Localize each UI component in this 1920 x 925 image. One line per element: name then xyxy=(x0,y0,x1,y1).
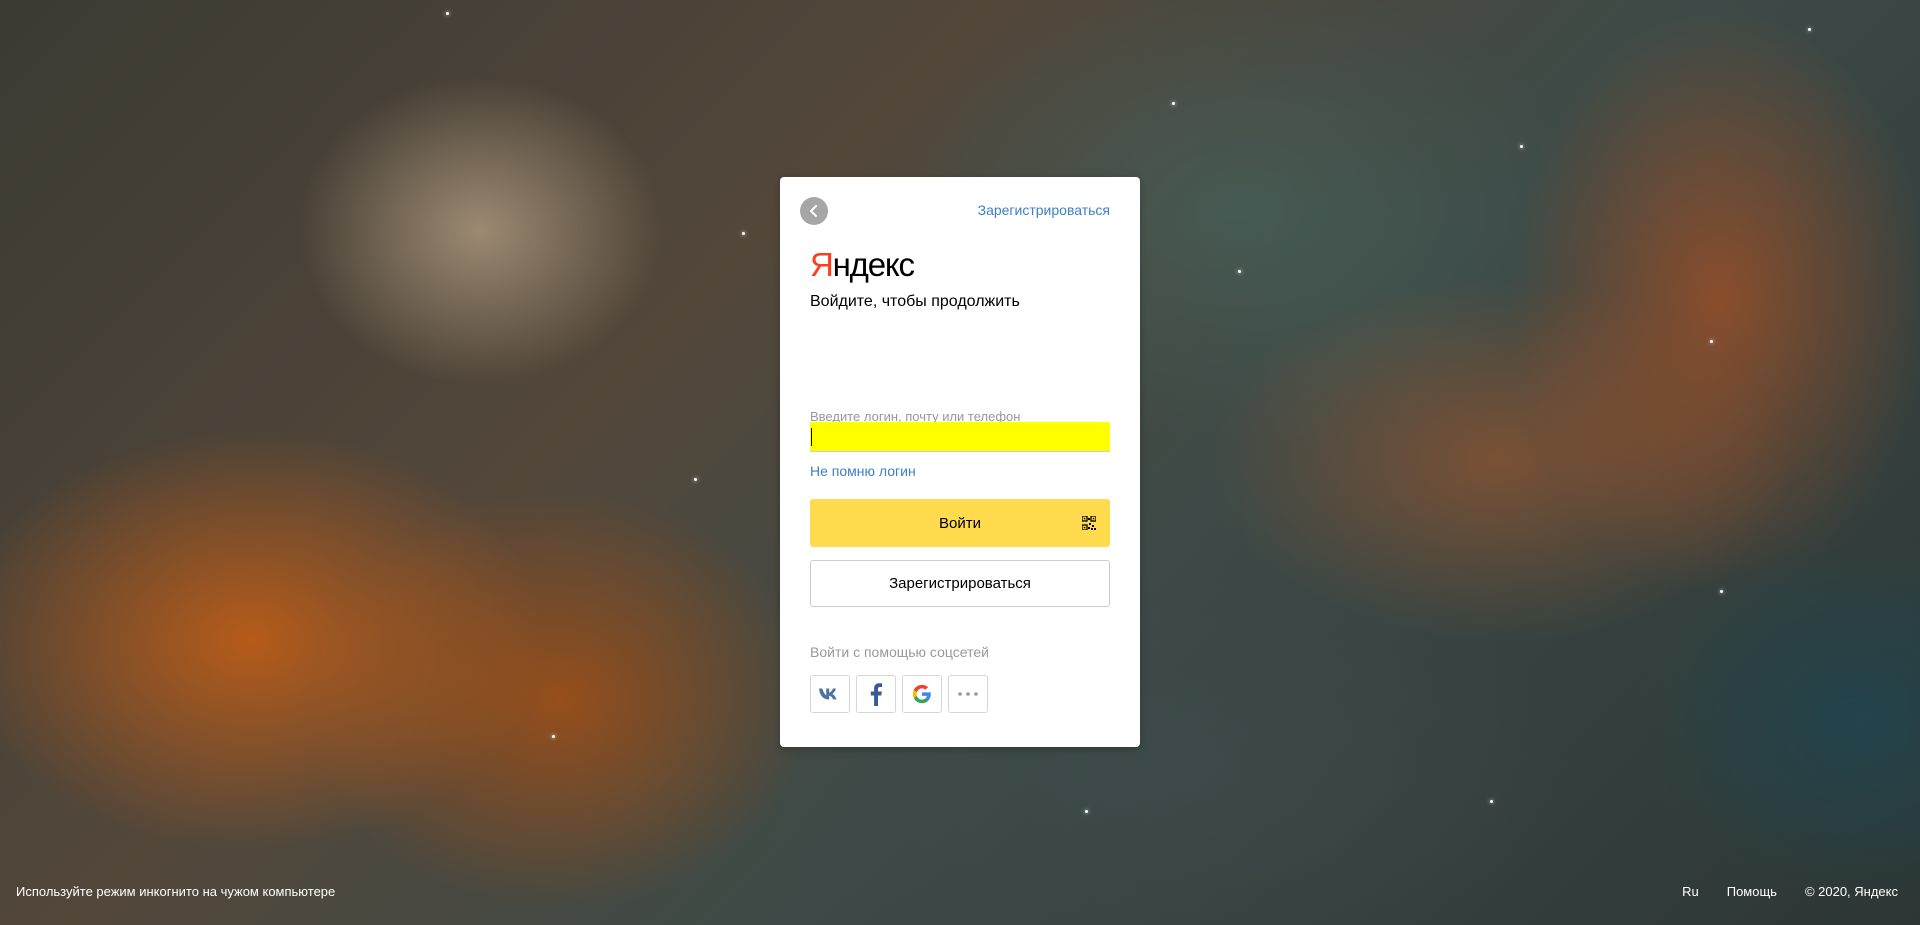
forgot-login-link[interactable]: Не помню логин xyxy=(810,463,916,479)
star xyxy=(1710,340,1713,343)
google-icon xyxy=(912,684,931,704)
star xyxy=(1720,590,1723,593)
star xyxy=(1172,102,1175,105)
vk-login-button[interactable] xyxy=(810,675,850,713)
qr-code-icon[interactable] xyxy=(1082,516,1096,530)
page-subtitle: Войдите, чтобы продолжить xyxy=(810,293,1020,310)
social-buttons xyxy=(810,675,988,713)
text-caret xyxy=(811,428,812,446)
star xyxy=(1808,28,1811,31)
login-input[interactable] xyxy=(810,422,1110,452)
facebook-login-button[interactable] xyxy=(856,675,896,713)
chevron-left-icon xyxy=(810,205,817,217)
incognito-hint-link[interactable]: Используйте режим инкогнито на чужом ком… xyxy=(16,884,335,899)
google-login-button[interactable] xyxy=(902,675,942,713)
social-login-label: Войти с помощью соцсетей xyxy=(810,644,989,660)
star xyxy=(1085,810,1088,813)
star xyxy=(1490,800,1493,803)
yandex-logo: Яндекс xyxy=(810,246,915,283)
star xyxy=(1238,270,1241,273)
register-link[interactable]: Зарегистрироваться xyxy=(978,202,1110,218)
footer-links: Ru Помощь © 2020, Яндекс xyxy=(1682,884,1898,899)
star xyxy=(742,232,745,235)
facebook-icon xyxy=(870,683,882,706)
login-button-label: Войти xyxy=(939,514,981,532)
back-button[interactable] xyxy=(800,197,828,225)
language-switcher[interactable]: Ru xyxy=(1682,884,1699,899)
login-button[interactable]: Войти xyxy=(810,499,1110,547)
login-card: Зарегистрироваться Яндекс Войдите, чтобы… xyxy=(780,177,1140,747)
register-button[interactable]: Зарегистрироваться xyxy=(810,560,1110,607)
more-icon xyxy=(958,692,978,696)
vk-icon xyxy=(819,688,837,700)
logo-rest: ндекс xyxy=(832,246,915,283)
copyright: © 2020, Яндекс xyxy=(1804,884,1898,899)
logo-first-letter: Я xyxy=(810,246,834,283)
help-link[interactable]: Помощь xyxy=(1727,884,1777,899)
star xyxy=(1520,145,1523,148)
star xyxy=(694,478,697,481)
star xyxy=(446,12,449,15)
more-social-button[interactable] xyxy=(948,675,988,713)
star xyxy=(552,735,555,738)
